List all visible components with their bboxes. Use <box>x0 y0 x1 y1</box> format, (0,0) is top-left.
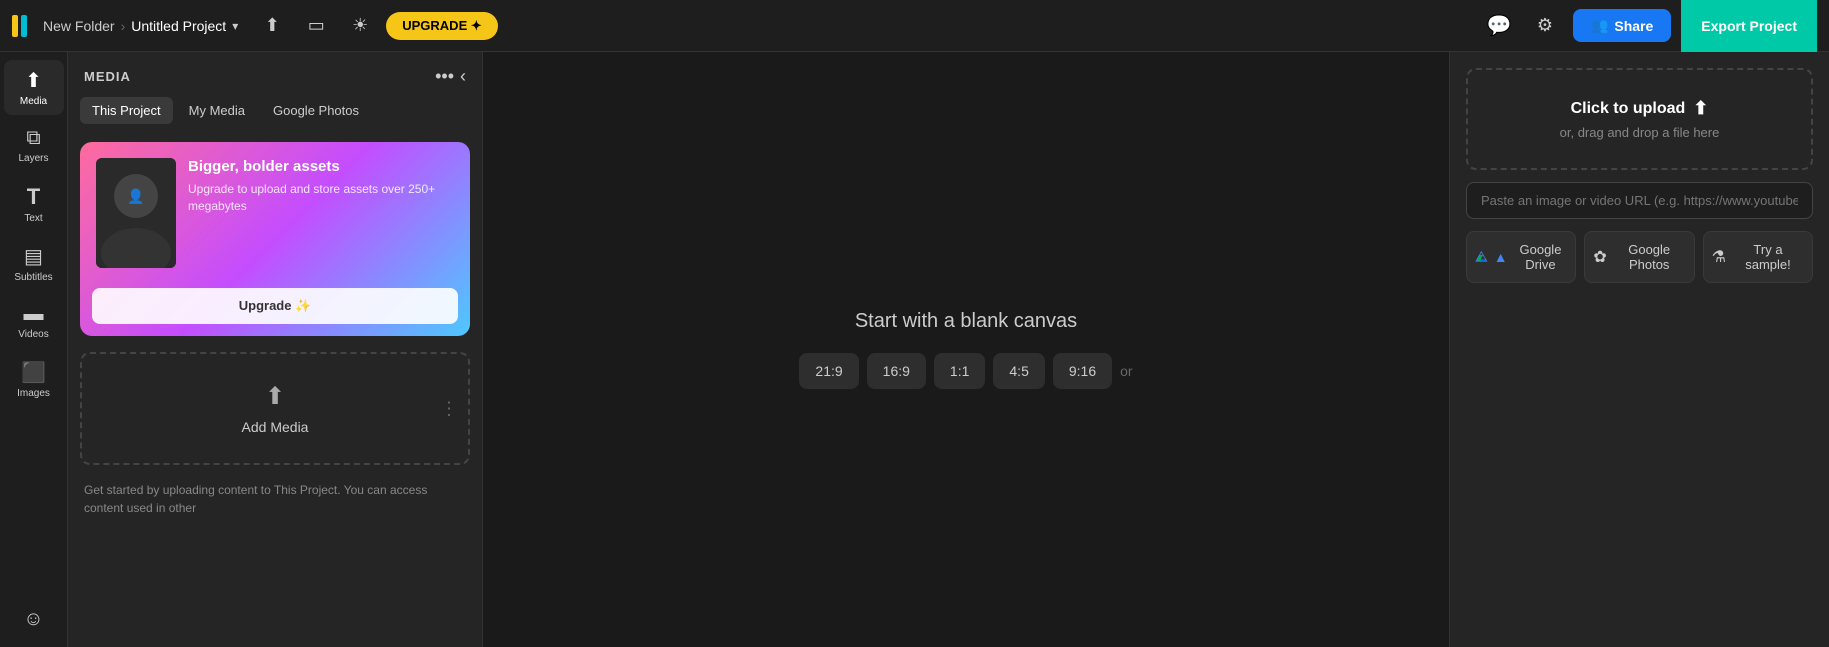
images-icon: ⬛ <box>21 360 46 385</box>
breadcrumb: New Folder › Untitled Project ▾ <box>43 18 238 34</box>
panel-more-button[interactable]: ••• <box>435 66 454 87</box>
upload-subtitle: or, drag and drop a file here <box>1560 125 1720 140</box>
sidebar-text-label: Text <box>24 213 42 224</box>
logo-bar-teal <box>21 15 27 37</box>
try-sample-icon: ⚗ <box>1712 247 1726 267</box>
tab-google-photos[interactable]: Google Photos <box>261 97 371 124</box>
tab-my-media[interactable]: My Media <box>177 97 257 124</box>
sidebar-images-label: Images <box>17 388 50 399</box>
google-photos-label: Google Photos <box>1613 242 1686 272</box>
sidebar-item-more[interactable]: ☺ <box>4 600 64 639</box>
videos-icon: ▬ <box>24 303 44 326</box>
sidebar-item-videos[interactable]: ▬ Videos <box>4 295 64 348</box>
sidebar-item-subtitles[interactable]: ▤ Subtitles <box>4 236 64 291</box>
upgrade-card-content: 👤 Bigger, bolder assets Upgrade to uploa… <box>80 142 470 284</box>
upgrade-card-description: Upgrade to upload and store assets over … <box>188 181 454 215</box>
text-icon: T <box>27 184 40 210</box>
sidebar-videos-label: Videos <box>18 329 48 340</box>
tab-this-project[interactable]: This Project <box>80 97 173 124</box>
settings-button[interactable]: ⚙ <box>1527 8 1563 44</box>
chevron-down-icon[interactable]: ▾ <box>232 19 238 33</box>
ratio-4-5[interactable]: 4:5 <box>993 353 1044 389</box>
add-media-icon: ⬆ <box>265 382 285 411</box>
sidebar-item-text[interactable]: T Text <box>4 176 64 232</box>
upload-button[interactable]: ⬆ <box>254 8 290 44</box>
topbar-actions: ⬆ ▭ ☀ UPGRADE ✦ <box>254 8 498 44</box>
subtitles-icon: ▤ <box>24 244 43 269</box>
upload-drop-zone[interactable]: Click to upload ⬆ or, drag and drop a fi… <box>1466 68 1813 170</box>
ratio-1-1[interactable]: 1:1 <box>934 353 985 389</box>
google-drive-label: Google Drive <box>1514 242 1568 272</box>
sidebar-media-label: Media <box>20 96 47 107</box>
export-project-button[interactable]: Export Project <box>1681 0 1817 52</box>
canvas-title: Start with a blank canvas <box>855 310 1077 333</box>
upload-title: Click to upload ⬆ <box>1571 98 1709 119</box>
add-media-more-icon[interactable]: ⋮ <box>440 398 458 419</box>
share-icon: 👥 <box>1591 17 1608 34</box>
app-logo <box>12 15 27 37</box>
try-sample-label: Try a sample! <box>1732 242 1804 272</box>
breadcrumb-folder[interactable]: New Folder <box>43 18 115 34</box>
add-media-box[interactable]: ⬆ Add Media ⋮ <box>80 352 470 465</box>
google-photos-icon: ✿ <box>1593 247 1606 267</box>
upgrade-card-title: Bigger, bolder assets <box>188 158 454 175</box>
ratio-21-9[interactable]: 21:9 <box>799 353 858 389</box>
google-drive-button[interactable]: ▲ Google Drive <box>1466 231 1576 283</box>
source-buttons: ▲ Google Drive ✿ Google Photos ⚗ Try a s… <box>1466 231 1813 283</box>
sidebar-item-layers[interactable]: ⧉ Layers <box>4 119 64 172</box>
main-layout: ⬆ Media ⧉ Layers T Text ▤ Subtitles ▬ Vi… <box>0 52 1829 647</box>
media-panel: MEDIA ••• ‹ This Project My Media Google… <box>68 52 483 647</box>
url-input[interactable] <box>1466 182 1813 219</box>
upgrade-card-text: Bigger, bolder assets Upgrade to upload … <box>188 158 454 268</box>
upgrade-card: 👤 Bigger, bolder assets Upgrade to uploa… <box>80 142 470 336</box>
breadcrumb-separator: › <box>121 18 126 34</box>
right-panel: Click to upload ⬆ or, drag and drop a fi… <box>1449 52 1829 647</box>
canvas-area: Start with a blank canvas 21:9 16:9 1:1 … <box>483 52 1449 647</box>
panel-close-button[interactable]: ‹ <box>460 66 466 87</box>
upgrade-button[interactable]: UPGRADE ✦ <box>386 12 498 40</box>
or-text: or <box>1120 363 1132 379</box>
topbar-right: 💬 ⚙ 👥 Share Export Project <box>1481 0 1817 52</box>
left-sidebar: ⬆ Media ⧉ Layers T Text ▤ Subtitles ▬ Vi… <box>0 52 68 647</box>
media-icon: ⬆ <box>25 68 42 93</box>
sidebar-item-media[interactable]: ⬆ Media <box>4 60 64 115</box>
get-started-text: Get started by uploading content to This… <box>68 473 482 525</box>
share-button[interactable]: 👥 Share <box>1573 9 1671 42</box>
sidebar-layers-label: Layers <box>18 153 48 164</box>
ratio-16-9[interactable]: 16:9 <box>867 353 926 389</box>
logo-bar-yellow <box>12 15 18 37</box>
subtitles-button[interactable]: ▭ <box>298 8 334 44</box>
google-drive-icon <box>1475 248 1488 266</box>
google-photos-button[interactable]: ✿ Google Photos <box>1584 231 1694 283</box>
media-tabs: This Project My Media Google Photos <box>68 97 482 134</box>
topbar: New Folder › Untitled Project ▾ ⬆ ▭ ☀ UP… <box>0 0 1829 52</box>
add-media-label: Add Media <box>242 419 309 435</box>
breadcrumb-project[interactable]: Untitled Project <box>131 18 226 34</box>
media-panel-header: MEDIA ••• ‹ <box>68 52 482 97</box>
ratio-9-16[interactable]: 9:16 <box>1053 353 1112 389</box>
light-mode-button[interactable]: ☀ <box>342 8 378 44</box>
sidebar-item-images[interactable]: ⬛ Images <box>4 352 64 407</box>
sidebar-subtitles-label: Subtitles <box>14 272 52 283</box>
canvas-center-content: Start with a blank canvas 21:9 16:9 1:1 … <box>799 310 1132 389</box>
upgrade-card-image: 👤 <box>96 158 176 268</box>
canvas-ratios: 21:9 16:9 1:1 4:5 9:16 or <box>799 353 1132 389</box>
upgrade-card-button[interactable]: Upgrade ✨ <box>92 288 458 324</box>
upload-title-text: Click to upload <box>1571 100 1686 118</box>
try-sample-button[interactable]: ⚗ Try a sample! <box>1703 231 1813 283</box>
layers-icon: ⧉ <box>26 127 40 150</box>
media-panel-title: MEDIA <box>84 69 131 84</box>
more-icon: ☺ <box>23 608 43 631</box>
comment-button[interactable]: 💬 <box>1481 8 1517 44</box>
media-panel-actions: ••• ‹ <box>435 66 466 87</box>
svg-text:👤: 👤 <box>127 188 144 205</box>
upload-icon: ⬆ <box>1693 98 1708 119</box>
